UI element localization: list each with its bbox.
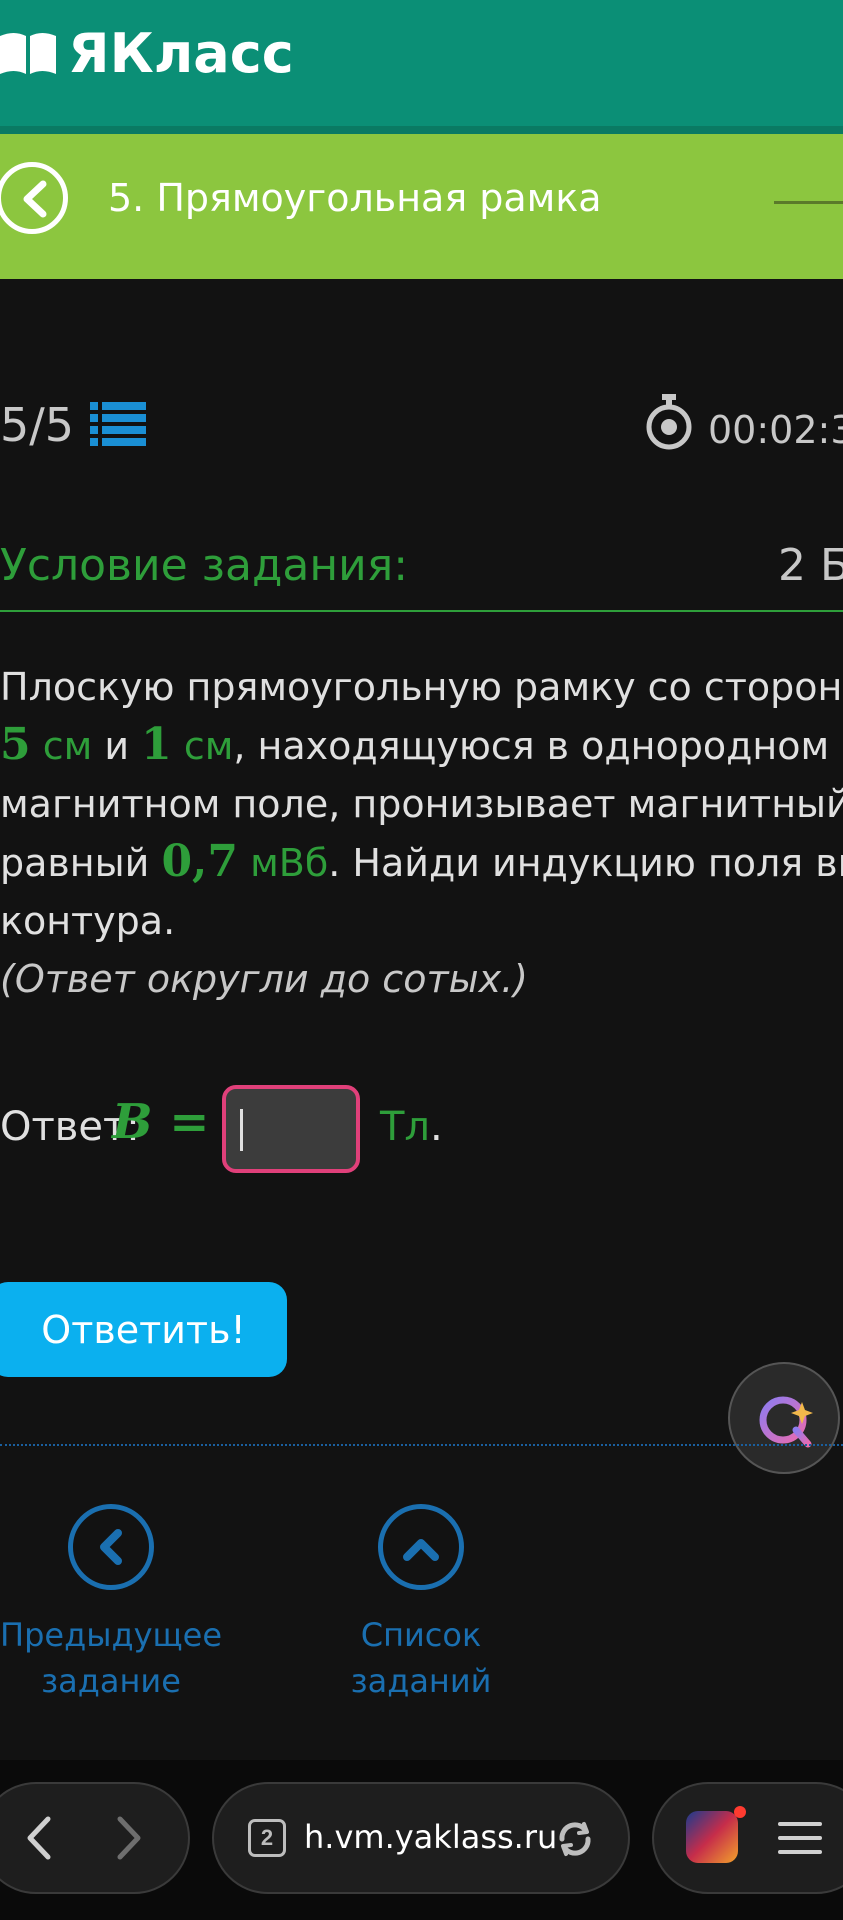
label-line: задание <box>41 1662 181 1700</box>
answer-input[interactable] <box>222 1085 360 1173</box>
problem-text: Плоскую прямоугольную рамку со сторонами… <box>0 658 843 1008</box>
condition-heading: Условие задания: <box>0 540 409 591</box>
answer-variable: B = <box>112 1094 210 1150</box>
browser-forward-icon[interactable] <box>112 1815 146 1861</box>
task-list-button[interactable] <box>378 1504 464 1590</box>
text-span: Плоскую прямоугольную рамку со сторонами <box>0 665 843 709</box>
browser-back-icon[interactable] <box>22 1815 56 1861</box>
ai-assistant-icon <box>759 1396 813 1448</box>
problem-line: магнитном поле, пронизывает магнитный по… <box>0 775 843 833</box>
points-value: 2 Б. <box>778 540 843 591</box>
problem-line: контура. <box>0 892 843 950</box>
yaklass-logo[interactable]: ЯКласс <box>0 18 294 88</box>
previous-task-label[interactable]: Предыдущее задание <box>0 1612 222 1704</box>
text-span: магнитном поле, пронизывает магнитный по… <box>0 782 843 826</box>
menu-icon[interactable] <box>778 1818 822 1858</box>
task-list-label[interactable]: Список заданий <box>320 1612 522 1704</box>
label-line: Список <box>360 1616 482 1654</box>
profile-avatar[interactable] <box>686 1811 738 1863</box>
label-line: заданий <box>350 1662 492 1700</box>
section-divider <box>0 1444 843 1446</box>
reload-icon[interactable] <box>554 1818 596 1860</box>
submit-answer-button[interactable]: Ответить! <box>0 1282 287 1377</box>
unit-suffix: . <box>430 1104 443 1150</box>
text-span: контура. <box>0 899 176 943</box>
header-divider <box>0 126 843 134</box>
chevron-up-icon <box>403 1539 439 1561</box>
value-flux: 0,7 <box>161 836 238 887</box>
notification-dot <box>734 1806 746 1818</box>
problem-line: 5 см и 1 см, находящуюся в однородном <box>0 716 843 775</box>
problem-line: (Ответ округли до сотых.) <box>0 950 843 1008</box>
assistant-button[interactable] <box>728 1362 840 1474</box>
stopwatch-icon <box>646 394 692 450</box>
unit-tesla: Тл <box>380 1104 430 1150</box>
value-side-a: 5 <box>0 719 31 770</box>
unit-cm: см <box>171 724 234 768</box>
rounding-hint: (Ответ округли до сотых.) <box>0 957 528 1001</box>
task-counter: 5/5 <box>0 398 75 452</box>
unit-mwb: мВб <box>238 841 329 885</box>
page: ЯКласс 5. Прямоугольная рамка 5/5 00:02:… <box>0 0 843 1920</box>
problem-line: Плоскую прямоугольную рамку со сторонами <box>0 658 843 716</box>
timer: 00:02:31 <box>708 408 843 452</box>
text-span: , находящуюся в однородном <box>233 724 830 768</box>
logo-text: ЯКласс <box>68 21 294 85</box>
title-progress-line <box>774 201 843 204</box>
text-span: равный <box>0 841 162 885</box>
text-span: и <box>92 724 142 768</box>
unit-cm: см <box>30 724 93 768</box>
task-title: 5. Прямоугольная рамка <box>108 176 602 220</box>
problem-line: равный 0,7 мВб. Найди индукцию поля внут… <box>0 833 843 892</box>
chevron-left-icon <box>100 1529 122 1565</box>
chevron-left-icon <box>23 180 47 218</box>
url-text: h.vm.yaklass.ru <box>304 1818 558 1856</box>
value-side-b: 1 <box>141 719 172 770</box>
text-span: . Найди индукцию поля внутри <box>328 841 843 885</box>
label-line: Предыдущее <box>0 1616 223 1654</box>
condition-divider <box>0 610 843 612</box>
task-list-icon[interactable] <box>90 400 146 448</box>
tab-count-badge[interactable]: 2 <box>248 1819 286 1857</box>
answer-unit: Тл. <box>380 1104 443 1150</box>
book-icon <box>0 33 56 74</box>
text-caret <box>240 1109 243 1151</box>
previous-task-button[interactable] <box>68 1504 154 1590</box>
